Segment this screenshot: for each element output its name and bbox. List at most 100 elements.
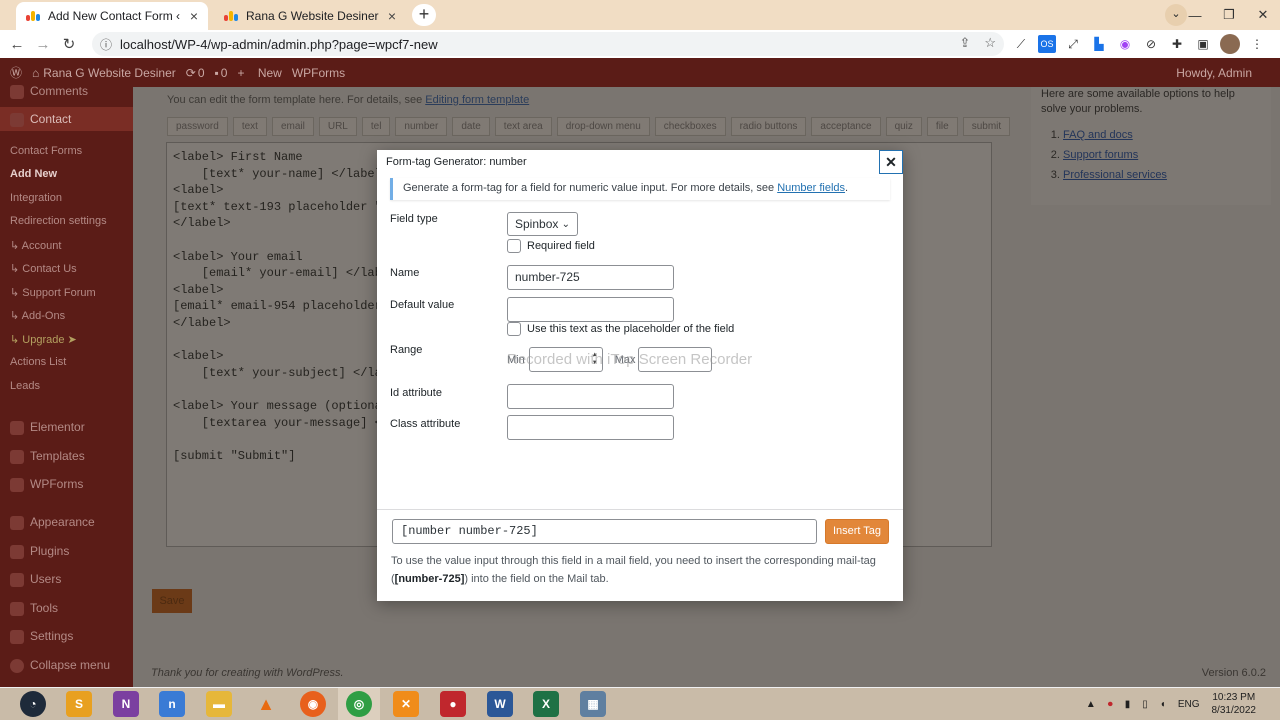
show-hidden-icons[interactable]: ▲: [1086, 699, 1096, 710]
extension-radio-icon[interactable]: ◉: [1116, 35, 1134, 53]
sidebar-item-users[interactable]: Users: [0, 572, 133, 587]
tag-button[interactable]: date: [452, 117, 490, 136]
tab-add-new-contact-form[interactable]: Add New Contact Form ‹ Rana G ×: [16, 2, 208, 30]
editing-form-template-link[interactable]: Editing form template: [425, 94, 529, 106]
word-icon[interactable]: W: [487, 691, 513, 717]
notion-app-icon[interactable]: n: [159, 691, 185, 717]
maximize-icon[interactable]: ❐: [1212, 7, 1246, 23]
back-icon[interactable]: ←: [4, 36, 30, 53]
onenote-icon[interactable]: N: [113, 691, 139, 717]
tag-button[interactable]: file: [926, 117, 958, 136]
sidebar-item-integration[interactable]: Integration: [0, 192, 133, 204]
sidebar-item-add-ons[interactable]: ↳ Add-Ons: [0, 309, 133, 322]
close-icon[interactable]: ✕: [879, 150, 903, 174]
id-attribute-input[interactable]: [507, 384, 674, 409]
tag-button[interactable]: submit: [962, 117, 1011, 136]
sidebar-item-support-forum[interactable]: ↳ Support Forum: [0, 286, 133, 299]
xampp-icon[interactable]: ✕: [393, 691, 419, 717]
language-indicator[interactable]: ENG: [1178, 699, 1200, 710]
sidebar-item-leads[interactable]: Leads: [0, 380, 133, 392]
tag-button[interactable]: quiz: [885, 117, 922, 136]
volume-icon[interactable]: ◖: [1160, 699, 1166, 710]
screen-recorder-icon[interactable]: ●: [440, 691, 466, 717]
min-input[interactable]: ▲ ▼: [528, 347, 603, 372]
insert-tag-button[interactable]: Insert Tag: [825, 519, 889, 544]
recorder-tray-icon[interactable]: ⏺: [1108, 699, 1113, 710]
max-input[interactable]: [637, 347, 712, 372]
help-link-professional-services[interactable]: Professional services: [1063, 169, 1167, 181]
calculator-icon[interactable]: ▦: [580, 691, 606, 717]
sidebar-item-redirection[interactable]: Redirection settings: [0, 215, 133, 227]
tag-button[interactable]: number: [395, 117, 448, 136]
sidebar-item-actions-list[interactable]: Actions List: [0, 356, 133, 368]
speedometer-app-icon[interactable]: ◔: [20, 691, 46, 717]
sidebar-item-add-new[interactable]: Add New: [0, 168, 133, 180]
side-panel-icon[interactable]: ▣: [1194, 35, 1212, 53]
sidebar-item-account[interactable]: ↳ Account: [0, 239, 133, 252]
tab-website[interactable]: Rana G Website Desiner – Just a ×: [214, 2, 406, 30]
minimize-icon[interactable]: —: [1178, 8, 1212, 23]
extension-os-icon[interactable]: OS: [1038, 35, 1056, 53]
sidebar-item-plugins[interactable]: Plugins: [0, 544, 133, 559]
tag-button[interactable]: checkboxes: [654, 117, 726, 136]
address-bar[interactable]: ⓘ localhost/WP-4/wp-admin/admin.php?page…: [92, 32, 1004, 56]
extension-expand-icon[interactable]: ⤢: [1064, 35, 1082, 53]
tag-button[interactable]: password: [167, 117, 228, 136]
new-content-link[interactable]: + New: [237, 66, 281, 80]
vlc-icon[interactable]: ▲: [253, 691, 279, 717]
bookmark-star-icon[interactable]: ☆: [984, 35, 996, 51]
spinner-arrows-icon[interactable]: ▲ ▼: [592, 351, 598, 367]
site-name-link[interactable]: Rana G Website Desiner: [43, 66, 176, 80]
number-fields-link[interactable]: Number fields: [777, 182, 845, 194]
default-value-input[interactable]: [507, 297, 674, 322]
use-as-placeholder-checkbox[interactable]: [507, 322, 521, 336]
close-tab-icon[interactable]: ×: [190, 8, 198, 24]
reload-icon[interactable]: ↻: [56, 35, 82, 53]
sidebar-item-contact[interactable]: Contact: [0, 107, 133, 131]
sidebar-item-wpforms[interactable]: WPForms: [0, 477, 133, 492]
share-icon[interactable]: ⇪: [959, 35, 970, 51]
sidebar-item-tools[interactable]: Tools: [0, 601, 133, 616]
excel-icon[interactable]: X: [533, 691, 559, 717]
class-attribute-input[interactable]: [507, 415, 674, 440]
window-close-icon[interactable]: ✕: [1246, 7, 1280, 23]
sidebar-item-appearance[interactable]: Appearance: [0, 515, 133, 530]
sidebar-item-elementor[interactable]: Elementor: [0, 420, 133, 435]
tag-button[interactable]: acceptance: [811, 117, 881, 136]
tag-button[interactable]: drop-down menu: [556, 117, 650, 136]
updates-icon[interactable]: ⟳: [186, 66, 196, 80]
site-info-icon[interactable]: ⓘ: [100, 36, 116, 53]
close-tab-icon[interactable]: ×: [388, 8, 396, 24]
howdy-admin[interactable]: Howdy, Admin: [1176, 66, 1252, 80]
sidebar-item-comments[interactable]: Comments: [0, 84, 133, 99]
browser-menu-icon[interactable]: ⋮: [1248, 35, 1266, 53]
sidebar-item-settings[interactable]: Settings: [0, 629, 133, 644]
tag-button[interactable]: text: [232, 117, 267, 136]
tag-button[interactable]: tel: [361, 117, 391, 136]
help-link-faq[interactable]: FAQ and docs: [1063, 129, 1133, 141]
new-tab-button[interactable]: +: [412, 4, 436, 26]
extensions-puzzle-icon[interactable]: ✚: [1168, 35, 1186, 53]
extension-chart-icon[interactable]: ▙: [1090, 35, 1108, 53]
name-input[interactable]: number-725: [507, 265, 674, 290]
wordpress-logo-icon[interactable]: Ⓦ: [10, 64, 22, 81]
chrome-icon[interactable]: ◎: [346, 691, 372, 717]
help-link-support-forums[interactable]: Support forums: [1063, 149, 1138, 161]
battery-icon[interactable]: ▯: [1142, 699, 1148, 710]
tag-button[interactable]: URL: [318, 117, 357, 136]
home-icon[interactable]: ⌂: [32, 66, 39, 80]
field-type-select[interactable]: Spinbox ⌄: [507, 212, 578, 236]
tag-button[interactable]: email: [271, 117, 314, 136]
wifi-icon[interactable]: ▮: [1125, 699, 1131, 710]
firefox-icon[interactable]: ◉: [300, 691, 326, 717]
profile-avatar[interactable]: [1220, 34, 1240, 54]
tag-button[interactable]: radio buttons: [730, 117, 807, 136]
forward-icon[interactable]: →: [30, 36, 56, 53]
wpforms-link[interactable]: WPForms: [292, 66, 345, 80]
tag-button[interactable]: text area: [494, 117, 552, 136]
file-explorer-icon[interactable]: ▬: [206, 691, 232, 717]
generated-tag-output[interactable]: [number number-725]: [392, 519, 817, 544]
extension-sync-icon[interactable]: ⊘: [1142, 35, 1160, 53]
sidebar-item-contact-forms[interactable]: Contact Forms: [0, 145, 133, 157]
extension-icon[interactable]: ⟋: [1012, 35, 1030, 53]
